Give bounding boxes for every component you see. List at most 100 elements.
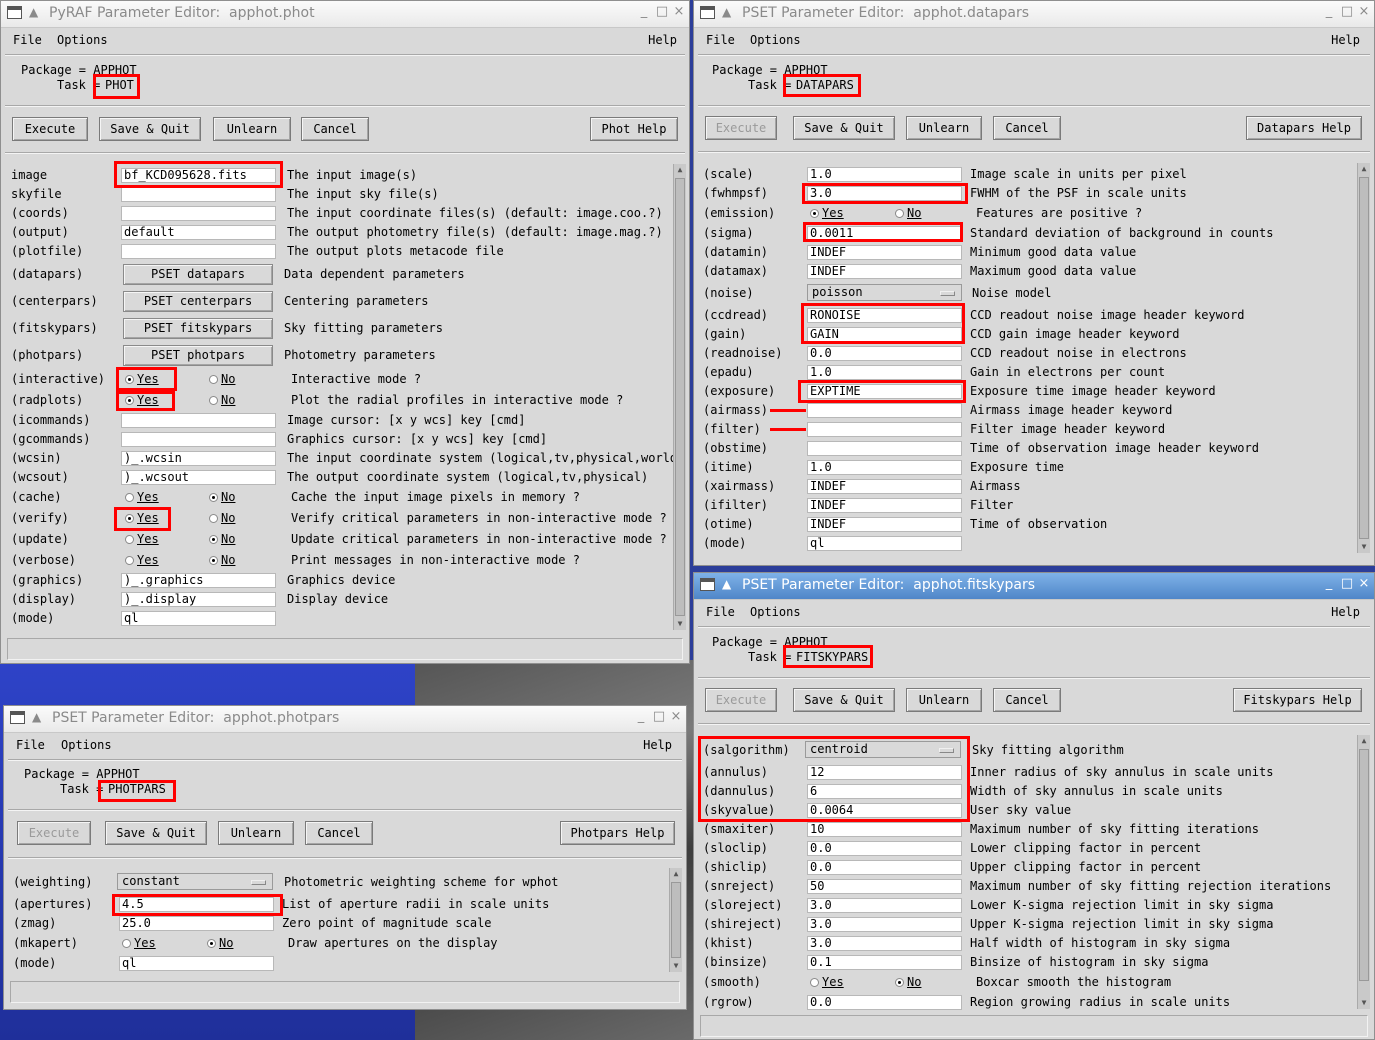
param-sigma-field[interactable]: 0.0011 bbox=[807, 226, 962, 241]
scroll-up-icon[interactable]: ▲ bbox=[670, 868, 682, 880]
scroll-up-icon[interactable]: ▲ bbox=[1358, 735, 1370, 747]
menu-file[interactable]: File bbox=[706, 605, 735, 619]
unlearn-button[interactable]: Unlearn bbox=[218, 821, 294, 845]
verbose-yes-radio[interactable]: Yes bbox=[125, 553, 159, 567]
menu-options[interactable]: Options bbox=[57, 33, 108, 47]
scroll-thumb[interactable] bbox=[675, 178, 685, 616]
param-itime-field[interactable]: 1.0 bbox=[807, 460, 962, 475]
save-quit-button[interactable]: Save & Quit bbox=[793, 688, 895, 712]
param-fwhmpsf-field[interactable]: 3.0 bbox=[807, 186, 962, 201]
param-epadu-field[interactable]: 1.0 bbox=[807, 365, 962, 380]
save-quit-button[interactable]: Save & Quit bbox=[105, 821, 207, 845]
param-plotfile-field[interactable] bbox=[121, 244, 276, 259]
scroll-down-icon[interactable]: ▼ bbox=[674, 618, 686, 630]
scroll-up-icon[interactable]: ▲ bbox=[674, 164, 686, 176]
window-menu-icon[interactable] bbox=[700, 6, 715, 19]
param-smaxiter-field[interactable]: 10 bbox=[807, 822, 962, 837]
param-shireject-field[interactable]: 3.0 bbox=[807, 917, 962, 932]
menu-help[interactable]: Help bbox=[1331, 33, 1360, 47]
datapars-scrollbar[interactable]: ▲ ▼ bbox=[1357, 163, 1370, 553]
unlearn-button[interactable]: Unlearn bbox=[213, 117, 291, 141]
radplots-yes-radio[interactable]: Yes bbox=[125, 393, 159, 407]
scroll-thumb[interactable] bbox=[671, 882, 681, 958]
cancel-button[interactable]: Cancel bbox=[993, 688, 1061, 712]
execute-button[interactable]: Execute bbox=[705, 116, 777, 140]
param-dannulus-field[interactable]: 6 bbox=[807, 784, 962, 799]
param-mode-field[interactable]: ql bbox=[807, 536, 962, 551]
scroll-thumb[interactable] bbox=[1359, 749, 1369, 981]
close-icon[interactable]: × bbox=[1357, 4, 1371, 19]
close-icon[interactable]: × bbox=[669, 709, 683, 724]
fitskypars-scrollbar[interactable]: ▲ ▼ bbox=[1357, 735, 1370, 1009]
pset-photpars-button[interactable]: PSET photpars bbox=[123, 345, 273, 366]
minimize-icon[interactable]: _ bbox=[634, 709, 648, 724]
param-apertures-field[interactable]: 4.5 bbox=[119, 897, 274, 912]
menu-options[interactable]: Options bbox=[61, 738, 112, 752]
menu-help[interactable]: Help bbox=[648, 33, 677, 47]
param-image-field[interactable]: bf_KCD095628.fits bbox=[121, 168, 276, 183]
param-sloclip-field[interactable]: 0.0 bbox=[807, 841, 962, 856]
param-otime-field[interactable]: INDEF bbox=[807, 517, 962, 532]
menu-file[interactable]: File bbox=[13, 33, 42, 47]
menu-options[interactable]: Options bbox=[750, 33, 801, 47]
pset-centerpars-button[interactable]: PSET centerpars bbox=[123, 291, 273, 312]
window-menu-icon[interactable] bbox=[700, 578, 715, 591]
param-filter-field[interactable] bbox=[807, 422, 962, 437]
smooth-no-radio[interactable]: No bbox=[895, 975, 921, 989]
param-skyvalue-field[interactable]: 0.0064 bbox=[807, 803, 962, 818]
verify-no-radio[interactable]: No bbox=[209, 511, 235, 525]
scroll-up-icon[interactable]: ▲ bbox=[1358, 163, 1370, 175]
window-menu-icon[interactable] bbox=[10, 711, 25, 724]
execute-button[interactable]: Execute bbox=[12, 117, 88, 141]
datapars-titlebar[interactable]: ▲ PSET Parameter Editor: apphot.datapars… bbox=[694, 1, 1374, 28]
param-scale-field[interactable]: 1.0 bbox=[807, 167, 962, 182]
weighting-select[interactable]: constant bbox=[117, 873, 273, 890]
cancel-button[interactable]: Cancel bbox=[993, 116, 1061, 140]
help-button[interactable]: Phot Help bbox=[590, 117, 678, 141]
fitskypars-titlebar[interactable]: ▲ PSET Parameter Editor: apphot.fitskypa… bbox=[694, 573, 1374, 600]
execute-button[interactable]: Execute bbox=[705, 688, 777, 712]
salgorithm-select[interactable]: centroid bbox=[805, 741, 961, 758]
interactive-yes-radio[interactable]: Yes bbox=[125, 372, 159, 386]
param-snreject-field[interactable]: 50 bbox=[807, 879, 962, 894]
interactive-no-radio[interactable]: No bbox=[209, 372, 235, 386]
cache-yes-radio[interactable]: Yes bbox=[125, 490, 159, 504]
scroll-down-icon[interactable]: ▼ bbox=[670, 960, 682, 972]
phot-scrollbar[interactable]: ▲ ▼ bbox=[673, 164, 686, 630]
param-gcommands-field[interactable] bbox=[121, 432, 276, 447]
param-icommands-field[interactable] bbox=[121, 413, 276, 428]
param-mode-field[interactable]: ql bbox=[121, 611, 276, 626]
noise-select[interactable]: poisson bbox=[807, 284, 962, 301]
maximize-icon[interactable]: □ bbox=[655, 4, 669, 19]
pin-icon[interactable]: ▲ bbox=[32, 710, 41, 724]
radplots-no-radio[interactable]: No bbox=[209, 393, 235, 407]
menu-help[interactable]: Help bbox=[1331, 605, 1360, 619]
param-datamax-field[interactable]: INDEF bbox=[807, 264, 962, 279]
cancel-button[interactable]: Cancel bbox=[305, 821, 373, 845]
minimize-icon[interactable]: _ bbox=[637, 4, 651, 19]
param-gain-field[interactable]: GAIN bbox=[807, 327, 962, 342]
emission-no-radio[interactable]: No bbox=[895, 206, 921, 220]
param-readnoise-field[interactable]: 0.0 bbox=[807, 346, 962, 361]
param-airmass-field[interactable] bbox=[807, 403, 962, 418]
help-button[interactable]: Photpars Help bbox=[560, 821, 675, 845]
minimize-icon[interactable]: _ bbox=[1322, 4, 1336, 19]
execute-button[interactable]: Execute bbox=[17, 821, 91, 845]
pin-icon[interactable]: ▲ bbox=[722, 577, 731, 591]
window-menu-icon[interactable] bbox=[7, 6, 22, 19]
phot-titlebar[interactable]: ▲ PyRAF Parameter Editor: apphot.phot _ … bbox=[1, 1, 689, 28]
cache-no-radio[interactable]: No bbox=[209, 490, 235, 504]
save-quit-button[interactable]: Save & Quit bbox=[793, 116, 895, 140]
param-annulus-field[interactable]: 12 bbox=[807, 765, 962, 780]
scroll-down-icon[interactable]: ▼ bbox=[1358, 997, 1370, 1009]
help-button[interactable]: Fitskypars Help bbox=[1233, 688, 1362, 712]
pset-fitskypars-button[interactable]: PSET fitskypars bbox=[123, 318, 273, 339]
photpars-scrollbar[interactable]: ▲ ▼ bbox=[669, 868, 682, 972]
help-button[interactable]: Datapars Help bbox=[1246, 116, 1362, 140]
param-wcsin-field[interactable]: )_.wcsin bbox=[121, 451, 276, 466]
param-exposure-field[interactable]: EXPTIME bbox=[807, 384, 962, 399]
param-rgrow-field[interactable]: 0.0 bbox=[807, 995, 962, 1010]
menu-file[interactable]: File bbox=[706, 33, 735, 47]
menu-options[interactable]: Options bbox=[750, 605, 801, 619]
pset-datapars-button[interactable]: PSET datapars bbox=[123, 264, 273, 285]
